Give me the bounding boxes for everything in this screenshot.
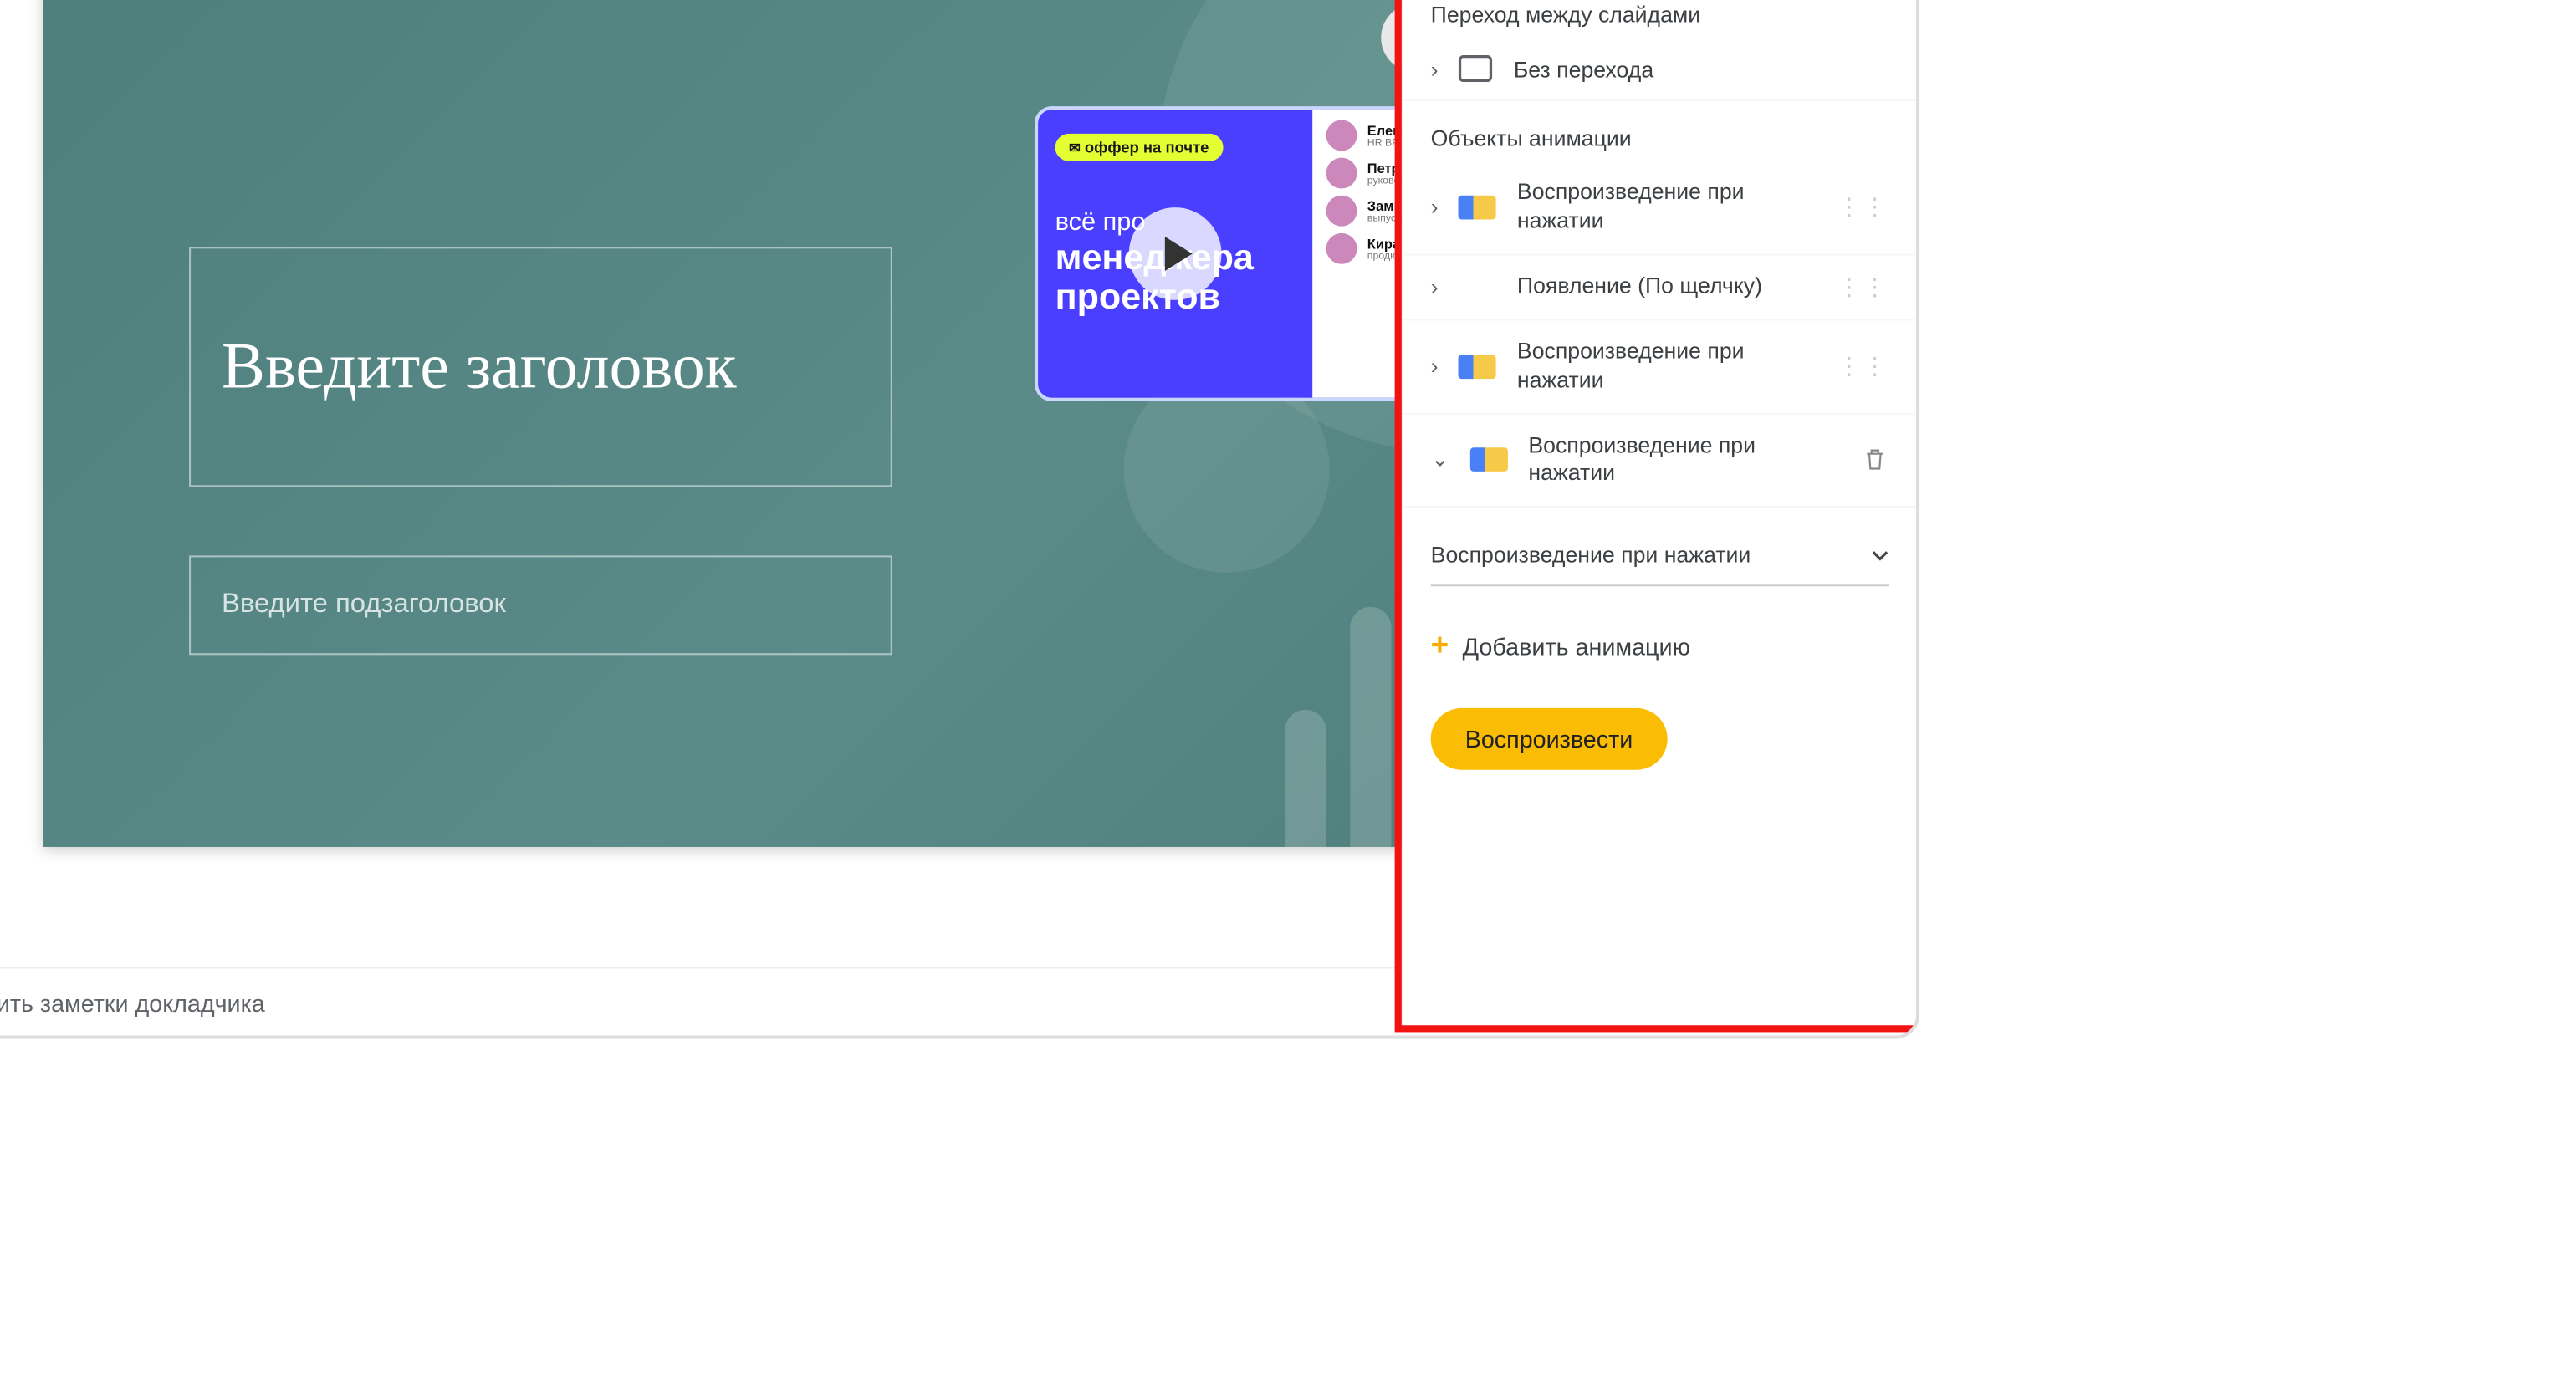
animation-item[interactable]: › Появление (По щелчку) ⋮⋮: [1403, 255, 1916, 320]
chevron-icon: ›: [1431, 274, 1439, 300]
trash-icon[interactable]: [1861, 446, 1889, 474]
animation-label: Воспроизведение при нажатии: [1517, 338, 1817, 395]
plus-icon: +: [1431, 628, 1449, 664]
play-animations-button[interactable]: Воспроизвести: [1431, 709, 1668, 771]
transition-row[interactable]: › Без перехода: [1403, 38, 1916, 101]
animation-item[interactable]: › Воспроизведение при нажатии ⋮⋮: [1403, 320, 1916, 414]
animation-type-select[interactable]: Воспроизведение при нажатии: [1431, 525, 1889, 587]
chevron-down-icon: [1872, 547, 1889, 564]
animation-label: Появление (По щелчку): [1517, 273, 1817, 302]
object-thumb-icon: [1459, 196, 1496, 220]
add-animation-button[interactable]: + Добавить анимацию: [1403, 604, 1916, 687]
animation-item[interactable]: › Воспроизведение при нажатии ⋮⋮: [1403, 161, 1916, 255]
chevron-icon: ›: [1431, 354, 1439, 380]
drag-handle-icon[interactable]: ⋮⋮: [1837, 352, 1889, 381]
chevron-right-icon: ›: [1431, 56, 1439, 82]
drag-handle-icon[interactable]: ⋮⋮: [1837, 192, 1889, 222]
speaker-notes[interactable]: Нажмите, чтобы добавить заметки докладчи…: [0, 967, 1402, 1036]
title-placeholder[interactable]: Введите заголовок: [189, 247, 892, 487]
animation-label: Воспроизведение при нажатии: [1528, 431, 1840, 489]
section-transition-header: Переход между слайдами: [1403, 0, 1916, 38]
chevron-icon: ⌄: [1431, 446, 1449, 474]
video-badge: ✉ оффер на почте: [1055, 134, 1223, 161]
person-avatar: [1326, 120, 1357, 151]
person-avatar: [1326, 233, 1357, 264]
person-avatar: [1326, 158, 1357, 189]
drag-handle-icon[interactable]: ⋮⋮: [1837, 273, 1889, 302]
subtitle-placeholder[interactable]: Введите подзаголовок: [189, 555, 892, 655]
play-icon[interactable]: [1129, 207, 1222, 300]
animation-label: Воспроизведение при нажатии: [1517, 178, 1817, 236]
chevron-icon: ›: [1431, 195, 1439, 221]
section-objects-header: Объекты анимации: [1403, 101, 1916, 161]
slide-outline-icon: [1459, 55, 1493, 83]
object-thumb-icon: [1459, 355, 1496, 379]
slide-canvas[interactable]: ✉ оффер на почте всё про менеджера проек…: [43, 0, 1604, 847]
animation-panel: Анимация ✕ Переход между слайдами › Без …: [1402, 0, 1916, 1025]
animation-item[interactable]: ⌄ Воспроизведение при нажатии: [1403, 414, 1916, 508]
person-avatar: [1326, 196, 1357, 227]
object-thumb-icon: [1470, 448, 1508, 472]
